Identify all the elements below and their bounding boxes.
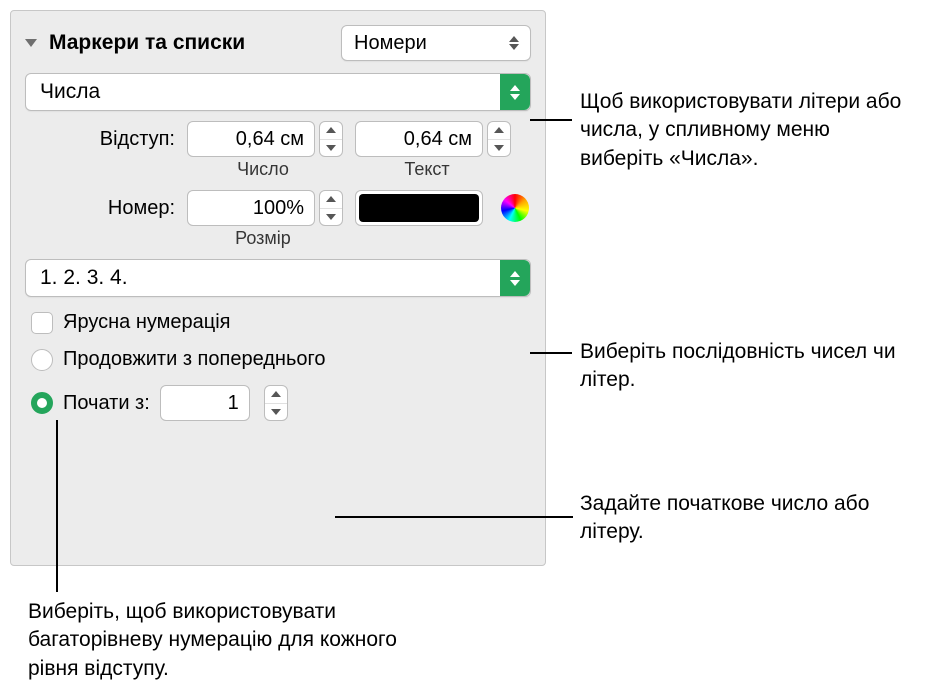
panel-header-row: Маркери та списки Номери [25, 25, 531, 61]
callout-numbers-popup: Щоб використовувати літери або числа, у … [580, 88, 915, 173]
start-from-label: Почати з: [63, 392, 150, 415]
panel-header-label: Маркери та списки [49, 31, 335, 55]
list-style-popup-value: Номери [354, 32, 427, 55]
sequence-popup-value: 1. 2. 3. 4. [40, 266, 128, 290]
stepper-up-icon[interactable] [488, 122, 510, 139]
number-type-popup-value: Числа [40, 80, 100, 104]
number-label: Номер: [25, 197, 175, 220]
callout-line [56, 420, 58, 592]
stepper-down-icon[interactable] [320, 139, 342, 157]
tiered-numbers-row: Ярусна нумерація [31, 311, 531, 334]
text-indent-stepper [355, 121, 511, 157]
stepper-up-icon[interactable] [320, 122, 342, 139]
disclosure-triangle-icon[interactable] [25, 39, 37, 47]
sequence-popup[interactable]: 1. 2. 3. 4. [25, 259, 531, 297]
number-indent-stepper-btns[interactable] [319, 121, 343, 157]
text-indent-sublabel: Текст [351, 159, 503, 180]
number-row: Номер: [25, 190, 531, 226]
tiered-numbers-label: Ярусна нумерація [63, 311, 231, 334]
chevron-updown-icon [500, 74, 530, 110]
callout-line [530, 119, 572, 121]
text-indent-input[interactable] [355, 121, 483, 157]
start-from-row: Почати з: [31, 385, 531, 421]
start-from-input[interactable] [160, 385, 250, 421]
stepper-down-icon[interactable] [320, 208, 342, 226]
tiered-numbers-checkbox[interactable] [31, 312, 53, 334]
number-size-input[interactable] [187, 190, 315, 226]
indent-block: Відступ: Число Текст [25, 121, 531, 180]
number-indent-input[interactable] [187, 121, 315, 157]
text-indent-stepper-btns[interactable] [487, 121, 511, 157]
number-size-stepper-btns[interactable] [319, 190, 343, 226]
indent-label: Відступ: [25, 128, 175, 151]
indent-row: Відступ: [25, 121, 531, 157]
chevron-updown-icon [504, 33, 524, 53]
color-wheel-icon[interactable] [501, 194, 529, 222]
bullets-lists-panel: Маркери та списки Номери Числа Відступ: [10, 10, 546, 566]
number-indent-stepper [187, 121, 343, 157]
color-swatch [359, 194, 479, 222]
number-size-stepper [187, 190, 343, 226]
size-sublabel: Розмір [187, 228, 339, 249]
indent-sublabels: Число Текст [187, 159, 531, 180]
start-from-radio[interactable] [31, 392, 53, 414]
start-from-stepper-btns[interactable] [264, 385, 288, 421]
stepper-up-icon[interactable] [320, 191, 342, 208]
stepper-up-icon[interactable] [265, 386, 287, 403]
number-indent-sublabel: Число [187, 159, 339, 180]
continue-radio-label: Продовжити з попереднього [63, 348, 326, 371]
callout-tiered: Виберіть, щоб використовувати багаторівн… [28, 598, 408, 683]
chevron-updown-icon [500, 260, 530, 296]
callout-start-number: Задайте початкове число або літеру. [580, 490, 915, 547]
continue-radio[interactable] [31, 349, 53, 371]
stepper-down-icon[interactable] [488, 139, 510, 157]
list-style-popup[interactable]: Номери [341, 25, 531, 61]
callout-line [335, 516, 573, 518]
number-color-well[interactable] [355, 190, 483, 226]
continue-from-previous-row: Продовжити з попереднього [31, 348, 531, 371]
number-type-popup[interactable]: Числа [25, 73, 531, 111]
stepper-down-icon[interactable] [265, 403, 287, 421]
callout-line [530, 352, 572, 354]
callout-sequence: Виберіть послідовність чисел чи літер. [580, 338, 915, 395]
